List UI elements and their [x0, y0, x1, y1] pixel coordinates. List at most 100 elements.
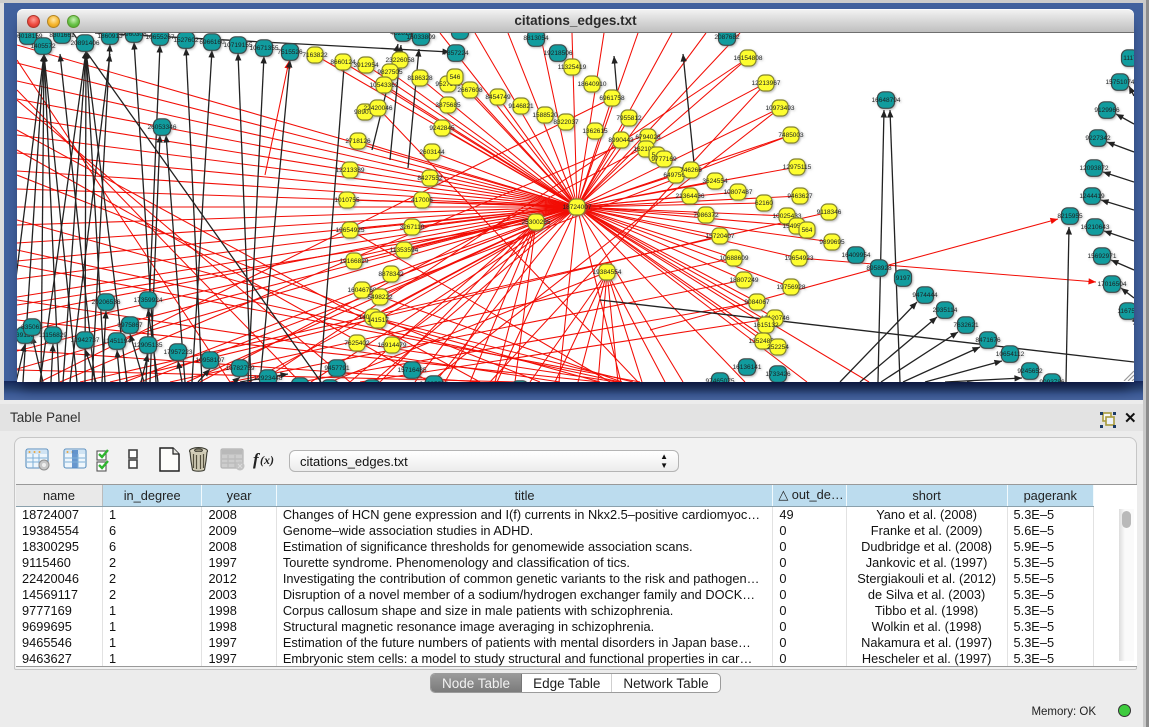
- svg-text:2667608: 2667608: [457, 87, 483, 94]
- svg-text:9777169: 9777169: [651, 156, 677, 163]
- svg-text:(x): (x): [260, 453, 274, 467]
- svg-text:16154808: 16154808: [734, 55, 763, 62]
- svg-text:18724007: 18724007: [563, 204, 592, 211]
- svg-text:141517: 141517: [367, 317, 389, 324]
- svg-text:17359924: 17359924: [134, 297, 163, 304]
- svg-text:3912954: 3912954: [353, 62, 379, 69]
- svg-text:9463627: 9463627: [787, 193, 813, 200]
- svg-text:97465075: 97465075: [706, 378, 735, 382]
- svg-text:18640910: 18640910: [578, 81, 607, 88]
- svg-text:25300295: 25300295: [522, 219, 551, 226]
- svg-text:7485003: 7485003: [778, 132, 804, 139]
- svg-text:12905135: 12905135: [134, 342, 163, 349]
- svg-text:62160: 62160: [755, 200, 773, 207]
- svg-text:564: 564: [802, 227, 813, 234]
- svg-text:12975115: 12975115: [783, 164, 812, 171]
- svg-text:9899695: 9899695: [819, 239, 845, 246]
- svg-text:1527602: 1527602: [173, 37, 199, 44]
- svg-text:3875685: 3875685: [435, 102, 461, 109]
- svg-text:7515526: 7515526: [277, 49, 303, 56]
- svg-text:8427552: 8427552: [417, 175, 443, 182]
- svg-text:10655267: 10655267: [146, 34, 175, 41]
- svg-text:2603144: 2603144: [419, 149, 445, 156]
- svg-text:19384554: 19384554: [593, 269, 622, 276]
- svg-text:8958928: 8958928: [866, 265, 892, 272]
- svg-text:19654923: 19654923: [785, 255, 814, 262]
- svg-text:10543362: 10543362: [370, 82, 399, 89]
- svg-text:1860913: 1860913: [97, 33, 123, 40]
- svg-text:11353594: 11353594: [390, 247, 419, 254]
- svg-text:1362615: 1362615: [582, 128, 608, 135]
- svg-text:6961758: 6961758: [599, 95, 625, 102]
- svg-text:2087682: 2087682: [714, 34, 740, 41]
- svg-text:10807487: 10807487: [724, 189, 753, 196]
- svg-text:1244419: 1244419: [1079, 193, 1105, 200]
- svg-text:2718126: 2718126: [345, 138, 371, 145]
- svg-text:417006: 417006: [411, 197, 433, 204]
- svg-text:12942737: 12942737: [71, 337, 100, 344]
- svg-text:10719155: 10719155: [224, 42, 253, 49]
- svg-text:7955812: 7955812: [616, 115, 642, 122]
- svg-text:16210643: 16210643: [1081, 224, 1110, 231]
- svg-text:22420046: 22420046: [364, 105, 393, 112]
- svg-text:11156829: 11156829: [39, 332, 67, 339]
- svg-text:6966160: 6966160: [199, 39, 225, 46]
- svg-text:15692971: 15692971: [1088, 253, 1117, 260]
- svg-text:17016504: 17016504: [1098, 281, 1127, 288]
- svg-text:8301661: 8301661: [49, 33, 75, 39]
- svg-text:16033809: 16033809: [407, 34, 436, 41]
- svg-text:8990443: 8990443: [608, 137, 634, 144]
- svg-text:3267110: 3267110: [400, 224, 425, 231]
- svg-text:16782759: 16782759: [226, 365, 255, 372]
- svg-text:10654112: 10654112: [996, 351, 1025, 358]
- svg-text:19654925: 19654925: [336, 227, 365, 234]
- svg-text:8660124: 8660124: [330, 59, 356, 66]
- svg-text:9129966: 9129966: [1094, 107, 1120, 114]
- svg-text:10973493: 10973493: [766, 105, 795, 112]
- svg-text:11325419: 11325419: [558, 64, 587, 71]
- svg-text:9960308: 9960308: [121, 33, 147, 38]
- svg-text:3624554: 3624554: [702, 178, 728, 185]
- svg-text:1733426: 1733426: [765, 371, 791, 378]
- svg-text:1588520: 1588520: [532, 112, 558, 119]
- svg-text:9827505: 9827505: [377, 69, 403, 76]
- svg-text:11451194: 11451194: [103, 338, 131, 345]
- svg-text:10958107: 10958107: [196, 357, 225, 364]
- svg-text:15716485: 15716485: [398, 367, 427, 374]
- svg-text:16648794: 16648794: [872, 97, 901, 104]
- svg-text:835061: 835061: [21, 324, 43, 331]
- svg-text:9975867: 9975867: [117, 322, 143, 329]
- svg-text:12213389: 12213389: [336, 167, 365, 174]
- svg-text:19756928: 19756928: [777, 284, 806, 291]
- svg-text:21364436: 21364436: [676, 193, 705, 200]
- svg-text:9197: 9197: [896, 275, 911, 282]
- svg-text:9227342: 9227342: [1085, 135, 1111, 142]
- svg-text:7857224: 7857224: [443, 50, 469, 57]
- svg-text:1993518: 1993518: [447, 33, 473, 35]
- svg-text:9457791: 9457791: [324, 365, 350, 372]
- svg-text:12093872: 12093872: [1080, 165, 1109, 172]
- svg-text:10671355: 10671355: [250, 45, 279, 52]
- svg-text:9242845: 9242845: [429, 125, 455, 132]
- svg-text:8878342: 8878342: [378, 271, 404, 278]
- svg-text:20206536: 20206536: [92, 299, 121, 306]
- svg-text:15720407: 15720407: [706, 233, 735, 240]
- svg-text:7986372: 7986372: [693, 212, 719, 219]
- svg-text:252254: 252254: [767, 344, 789, 351]
- svg-text:7625402: 7625402: [344, 340, 370, 347]
- svg-text:23226058: 23226058: [386, 57, 415, 64]
- svg-text:8186328: 8186328: [407, 75, 433, 82]
- svg-text:9118346: 9118346: [817, 209, 842, 216]
- svg-text:16914479: 16914479: [378, 342, 407, 349]
- svg-text:17957223: 17957223: [164, 349, 193, 356]
- svg-text:9084067: 9084067: [744, 299, 770, 306]
- svg-text:9146821: 9146821: [508, 103, 534, 110]
- svg-text:19166829: 19166829: [340, 258, 369, 265]
- svg-text:16409954: 16409954: [842, 252, 871, 259]
- svg-text:15751074: 15751074: [1106, 79, 1134, 86]
- svg-text:18807249: 18807249: [730, 277, 759, 284]
- svg-text:1010755: 1010755: [334, 197, 360, 204]
- svg-text:1615132: 1615132: [753, 322, 779, 329]
- svg-text:8215955: 8215955: [1057, 213, 1083, 220]
- svg-text:9245652: 9245652: [1017, 368, 1043, 375]
